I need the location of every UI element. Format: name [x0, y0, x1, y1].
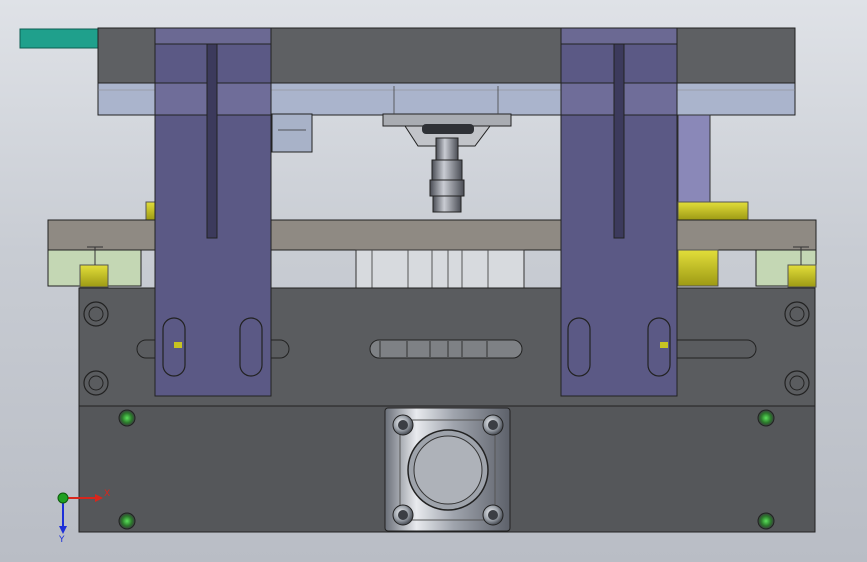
cylinder-flange [384, 407, 511, 532]
yellow-bushing-right [677, 201, 749, 221]
z-axis-dot [57, 492, 69, 504]
right-guide-post [677, 114, 711, 204]
x-axis-label: X [104, 489, 110, 499]
left-guide-arm [154, 27, 272, 397]
cad-viewport[interactable]: X Y [0, 0, 867, 562]
teal-tab [19, 28, 101, 49]
right-guide-arm [560, 27, 678, 397]
cad-model-view[interactable]: X Y [0, 0, 867, 562]
y-axis-label: Y [58, 535, 65, 545]
